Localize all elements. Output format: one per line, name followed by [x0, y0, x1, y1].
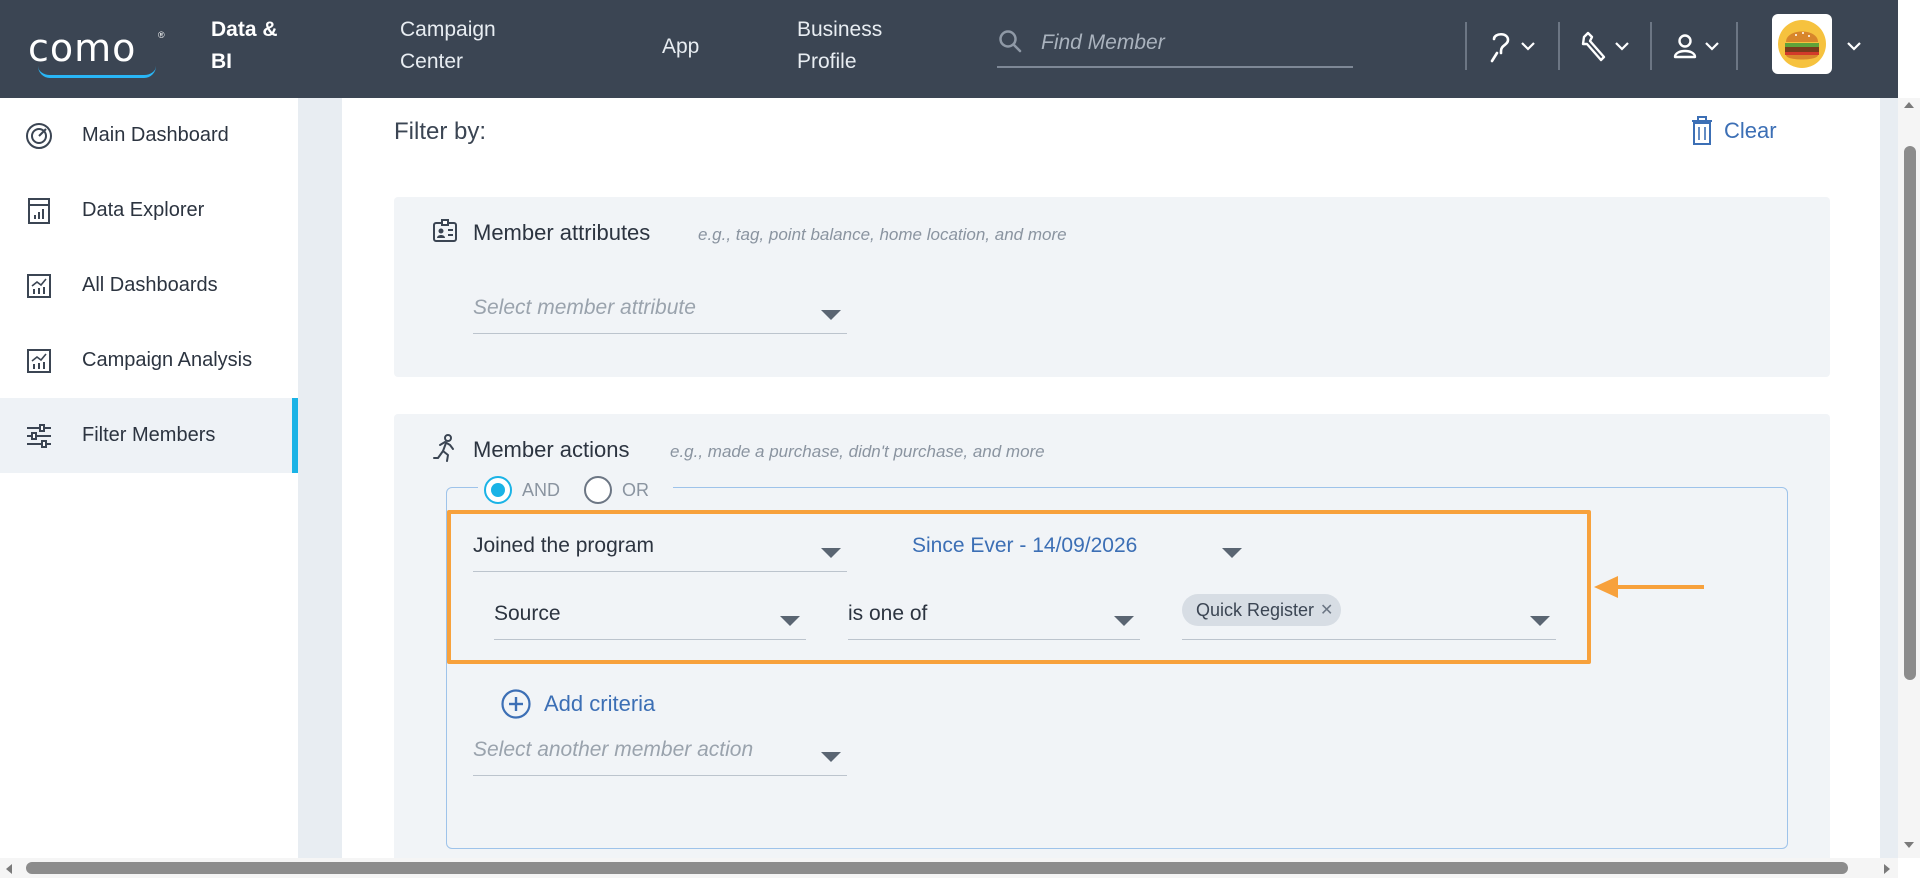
nav-data-bi[interactable]: Data & BI	[211, 14, 278, 78]
scroll-left-arrow-icon[interactable]	[4, 862, 14, 876]
vertical-scrollbar[interactable]	[1898, 98, 1920, 858]
sidebar-item-campaign-analysis[interactable]: Campaign Analysis	[0, 323, 298, 398]
sidebar-item-filter-members[interactable]: Filter Members	[0, 398, 298, 473]
sidebar-item-main-dashboard[interactable]: Main Dashboard	[0, 98, 298, 173]
add-criteria-label: Add criteria	[544, 691, 656, 716]
pointer-arrow-shaft	[1614, 585, 1704, 589]
nav-business-profile-line2: Profile	[797, 50, 857, 73]
clear-button[interactable]: Clear	[1690, 116, 1777, 146]
member-attribute-dropdown[interactable]: Select member attribute	[473, 288, 847, 334]
highlight-box	[447, 510, 1591, 664]
horizontal-scrollbar[interactable]	[0, 858, 1898, 878]
help-menu-button[interactable]	[1486, 26, 1536, 66]
tools-menu-button[interactable]	[1578, 26, 1630, 66]
help-icon	[1490, 32, 1510, 63]
nav-business-profile[interactable]: Business Profile	[797, 14, 882, 78]
chevron-down-icon	[1521, 42, 1535, 51]
sidebar-item-label: Filter Members	[82, 424, 216, 446]
user-menu-button[interactable]	[1670, 26, 1720, 66]
member-attribute-placeholder: Select member attribute	[473, 296, 696, 319]
sidebar: Main Dashboard Data Explorer All Dashboa…	[0, 98, 298, 858]
content-gutter-right	[1880, 98, 1898, 858]
nav-app[interactable]: App	[662, 31, 699, 63]
caret-down-icon	[821, 752, 841, 762]
account-switch-button[interactable]	[1846, 26, 1862, 66]
horizontal-scroll-thumb[interactable]	[26, 862, 1848, 874]
find-member-search	[997, 22, 1353, 68]
sidebar-item-label: Main Dashboard	[82, 124, 229, 146]
and-label: AND	[522, 479, 561, 500]
logo-registered-mark: ®	[158, 30, 165, 40]
content-gutter	[298, 98, 342, 858]
calculator-chart-icon	[28, 197, 50, 224]
search-icon	[999, 30, 1022, 53]
running-person-icon	[433, 434, 454, 462]
sidebar-item-label: Data Explorer	[82, 199, 205, 221]
gauge-icon	[26, 122, 52, 149]
sidebar-item-data-explorer[interactable]: Data Explorer	[0, 173, 298, 248]
nav-campaign-center-line2: Center	[400, 50, 464, 73]
and-radio[interactable]	[484, 476, 512, 504]
scroll-right-arrow-icon[interactable]	[1882, 862, 1892, 876]
nav-app-label: App	[662, 35, 700, 58]
como-logo[interactable]: como	[28, 26, 136, 70]
nav-campaign-center-line1: Campaign	[400, 18, 496, 41]
nav-data-bi-line2: BI	[211, 50, 232, 73]
sidebar-item-all-dashboards[interactable]: All Dashboards	[0, 248, 298, 323]
or-label: OR	[622, 479, 650, 500]
sidebar-item-label: Campaign Analysis	[82, 349, 253, 371]
nav-campaign-center[interactable]: Campaign Center	[400, 14, 496, 78]
divider	[1736, 22, 1738, 70]
logo-swoosh	[38, 66, 156, 78]
trash-icon	[1692, 116, 1712, 145]
divider	[1650, 22, 1652, 70]
vertical-scroll-thumb[interactable]	[1904, 146, 1916, 680]
sliders-icon	[27, 423, 51, 448]
sidebar-item-label: All Dashboards	[82, 274, 218, 296]
business-avatar[interactable]	[1772, 14, 1832, 74]
chevron-down-icon	[1705, 42, 1719, 51]
nav-data-bi-line1: Data &	[211, 18, 278, 41]
burger-logo-icon	[1778, 20, 1826, 68]
or-radio[interactable]	[584, 476, 613, 504]
chevron-down-icon	[1615, 42, 1629, 51]
nav-business-profile-line1: Business	[797, 18, 883, 41]
search-input[interactable]	[1041, 26, 1341, 60]
scroll-down-arrow-icon[interactable]	[1902, 840, 1916, 850]
chart-icon	[27, 348, 51, 373]
divider	[1465, 22, 1467, 70]
member-attributes-hint: e.g., tag, point balance, home location,…	[698, 225, 1067, 244]
member-actions-hint: e.g., made a purchase, didn't purchase, …	[670, 442, 1045, 461]
logic-operator-radios: AND OR	[478, 470, 674, 510]
clear-label: Clear	[1724, 118, 1777, 143]
add-criteria-button[interactable]: Add criteria	[500, 688, 655, 720]
member-attributes-title: Member attributes	[473, 220, 651, 245]
scroll-up-arrow-icon[interactable]	[1902, 100, 1916, 110]
filter-by-heading: Filter by:	[394, 118, 487, 145]
chart-icon	[27, 273, 51, 298]
another-action-placeholder: Select another member action	[473, 738, 754, 761]
wrench-icon	[1581, 31, 1606, 62]
user-icon	[1673, 34, 1697, 59]
caret-down-icon	[821, 310, 841, 320]
pointer-arrow-head	[1594, 576, 1618, 598]
another-action-dropdown[interactable]: Select another member action	[473, 730, 847, 776]
divider	[1558, 22, 1560, 70]
plus-circle-icon	[501, 689, 531, 719]
chevron-down-icon	[1847, 42, 1861, 51]
top-bar: como ® Data & BI Campaign Center App Bus…	[0, 0, 1898, 98]
id-card-icon	[433, 219, 457, 242]
member-actions-title: Member actions	[473, 437, 630, 462]
